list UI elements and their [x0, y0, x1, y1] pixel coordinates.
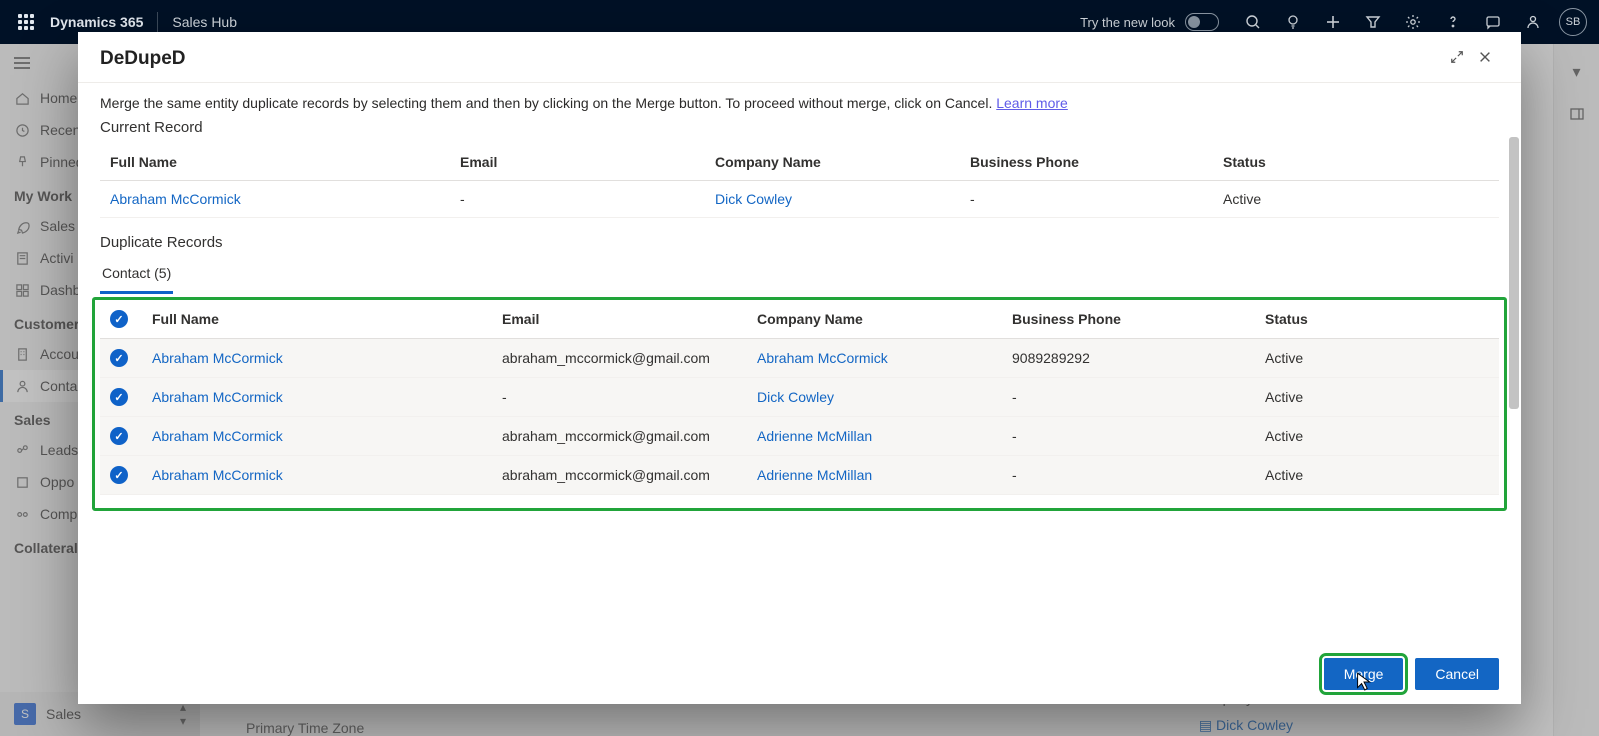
cell-status: Active: [1223, 191, 1489, 207]
col-company[interactable]: Company Name: [715, 154, 970, 170]
new-look-label: Try the new look: [1080, 15, 1175, 30]
deduped-dialog: DeDupeD Merge the same entity duplicate …: [78, 32, 1521, 704]
close-icon[interactable]: [1471, 50, 1499, 68]
dialog-instruction: Merge the same entity duplicate records …: [100, 95, 1499, 111]
current-record-heading: Current Record: [100, 119, 1499, 136]
scrollbar-track[interactable]: [1507, 137, 1521, 590]
expand-icon[interactable]: [1443, 50, 1471, 68]
user-avatar[interactable]: SB: [1559, 8, 1587, 36]
col-phone[interactable]: Business Phone: [970, 154, 1223, 170]
col-full-name[interactable]: Full Name: [110, 154, 460, 170]
scrollbar-thumb[interactable]: [1509, 137, 1519, 409]
col-email[interactable]: Email: [460, 154, 715, 170]
cursor-icon: [1356, 671, 1372, 693]
cell-company[interactable]: Dick Cowley: [715, 191, 970, 207]
new-look-toggle[interactable]: [1185, 13, 1219, 31]
tab-contact[interactable]: Contact (5): [100, 259, 173, 294]
duplicate-records-heading: Duplicate Records: [100, 234, 1499, 251]
dialog-title: DeDupeD: [100, 48, 186, 70]
selection-highlight: [92, 297, 1507, 511]
cell-email: -: [460, 191, 715, 207]
col-status[interactable]: Status: [1223, 154, 1489, 170]
topbar-divider: [157, 12, 158, 32]
cell-full-name[interactable]: Abraham McCormick: [110, 191, 460, 207]
hub-label[interactable]: Sales Hub: [172, 14, 237, 30]
cancel-button[interactable]: Cancel: [1415, 658, 1499, 690]
learn-more-link[interactable]: Learn more: [996, 95, 1068, 111]
app-launcher-icon[interactable]: [6, 0, 46, 44]
brand-label[interactable]: Dynamics 365: [50, 14, 143, 30]
current-record-row[interactable]: Abraham McCormick - Dick Cowley - Active: [100, 181, 1499, 218]
cell-phone: -: [970, 191, 1223, 207]
current-record-columns: Full Name Email Company Name Business Ph…: [100, 144, 1499, 181]
